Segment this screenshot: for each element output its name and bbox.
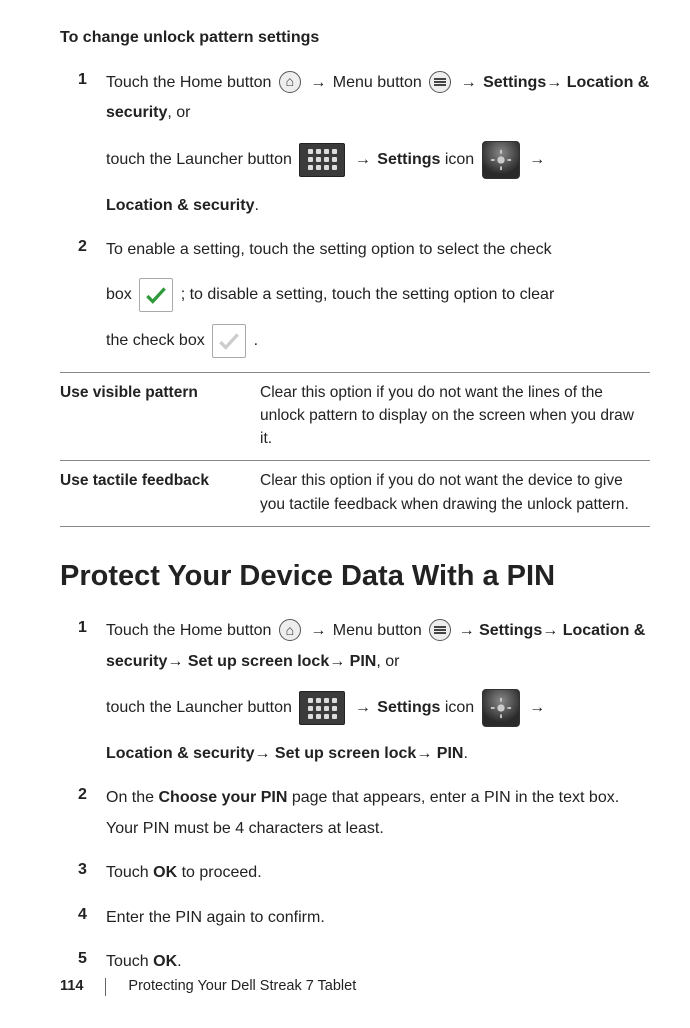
settings-label: Settings <box>377 699 440 716</box>
settings-icon <box>482 689 520 727</box>
arrow-icon: → <box>527 151 547 168</box>
settings-table: Use visible pattern Clear this option if… <box>60 372 650 527</box>
text: Menu button <box>333 622 426 639</box>
arrow-icon: → <box>527 699 547 716</box>
page-footer: 114 Protecting Your Dell Streak 7 Tablet <box>60 976 356 998</box>
ok-label: OK <box>153 864 177 881</box>
launcher-icon <box>299 691 345 725</box>
step-body: Touch the Home button → Menu button → Se… <box>106 68 650 221</box>
pin-label: PIN <box>432 745 463 762</box>
text: touch the Launcher button <box>106 151 296 168</box>
settings-label: Settings <box>377 151 440 168</box>
step-5: 5 Touch OK. <box>78 947 650 977</box>
home-icon <box>279 71 301 93</box>
table-row: Use tactile feedback Clear this option i… <box>60 461 650 527</box>
step-body: To enable a setting, touch the setting o… <box>106 235 650 357</box>
choose-pin-label: Choose your PIN <box>158 789 287 806</box>
step-number: 1 <box>78 616 106 769</box>
ok-label: OK <box>153 953 177 970</box>
arrow-icon: → <box>542 622 558 639</box>
settings-label: Settings <box>479 622 542 639</box>
text: Menu button <box>333 74 426 91</box>
location-security-label: Location & security <box>106 197 254 214</box>
text: box <box>106 286 136 303</box>
settings-label: Settings <box>483 74 546 91</box>
arrow-icon: → <box>353 151 373 168</box>
setup-screenlock-label: Set up screen lock <box>183 653 329 670</box>
text: . <box>463 745 467 762</box>
checkbox-checked-icon <box>139 278 173 312</box>
menu-icon <box>429 619 451 641</box>
menu-icon <box>429 71 451 93</box>
step-3: 3 Touch OK to proceed. <box>78 858 650 888</box>
steps-pin: 1 Touch the Home button → Menu button → … <box>60 616 650 977</box>
arrow-icon: → <box>353 699 373 716</box>
text: Touch <box>106 953 153 970</box>
step-number: 2 <box>78 783 106 844</box>
setting-description: Clear this option if you do not want the… <box>260 372 650 461</box>
step-1: 1 Touch the Home button → Menu button → … <box>78 68 650 221</box>
arrow-icon: → <box>329 653 345 670</box>
step-4: 4 Enter the PIN again to confirm. <box>78 903 650 933</box>
text: icon <box>440 151 478 168</box>
step-body: Enter the PIN again to confirm. <box>106 903 650 933</box>
checkbox-unchecked-icon <box>212 324 246 358</box>
section-heading-pin: Protect Your Device Data With a PIN <box>60 555 650 599</box>
step-body: On the Choose your PIN page that appears… <box>106 783 650 844</box>
text: ; to disable a setting, touch the settin… <box>181 286 555 303</box>
arrow-icon: → <box>459 622 475 639</box>
text: touch the Launcher button <box>106 699 296 716</box>
arrow-icon: → <box>546 74 562 91</box>
location-security-label: Location & security <box>106 745 254 762</box>
text: . <box>254 197 258 214</box>
setting-description: Clear this option if you do not want the… <box>260 461 650 527</box>
table-row: Use visible pattern Clear this option if… <box>60 372 650 461</box>
step-body: Touch OK to proceed. <box>106 858 650 888</box>
setting-label: Use tactile feedback <box>60 461 260 527</box>
arrow-icon: → <box>308 622 328 639</box>
arrow-icon: → <box>308 74 328 91</box>
arrow-icon: → <box>167 653 183 670</box>
step-number: 2 <box>78 235 106 357</box>
text: Touch the Home button <box>106 74 276 91</box>
text: . <box>177 953 181 970</box>
settings-icon <box>482 141 520 179</box>
page-number: 114 <box>60 976 83 998</box>
text: Touch the Home button <box>106 622 276 639</box>
text: . <box>254 332 258 349</box>
footer-title: Protecting Your Dell Streak 7 Tablet <box>128 976 356 998</box>
step-body: Touch the Home button → Menu button → Se… <box>106 616 650 769</box>
step-1: 1 Touch the Home button → Menu button → … <box>78 616 650 769</box>
text: Touch <box>106 864 153 881</box>
pin-label: PIN <box>345 653 376 670</box>
step-2: 2 On the Choose your PIN page that appea… <box>78 783 650 844</box>
arrow-icon: → <box>254 745 270 762</box>
setting-label: Use visible pattern <box>60 372 260 461</box>
setup-screenlock-label: Set up screen lock <box>270 745 416 762</box>
step-number: 1 <box>78 68 106 221</box>
footer-divider <box>105 978 106 996</box>
steps-unlock-pattern: 1 Touch the Home button → Menu button → … <box>60 68 650 358</box>
step-number: 4 <box>78 903 106 933</box>
arrow-icon: → <box>416 745 432 762</box>
launcher-icon <box>299 143 345 177</box>
step-body: Touch OK. <box>106 947 650 977</box>
step-2: 2 To enable a setting, touch the setting… <box>78 235 650 357</box>
step-number: 5 <box>78 947 106 977</box>
text: , or <box>376 653 399 670</box>
text: to proceed. <box>177 864 262 881</box>
text: icon <box>440 699 478 716</box>
text: To enable a setting, touch the setting o… <box>106 235 650 265</box>
arrow-icon: → <box>459 74 479 91</box>
text: On the <box>106 789 158 806</box>
section-title-unlock-pattern: To change unlock pattern settings <box>60 26 650 50</box>
home-icon <box>279 619 301 641</box>
text: , or <box>167 104 190 121</box>
text: the check box <box>106 332 209 349</box>
step-number: 3 <box>78 858 106 888</box>
